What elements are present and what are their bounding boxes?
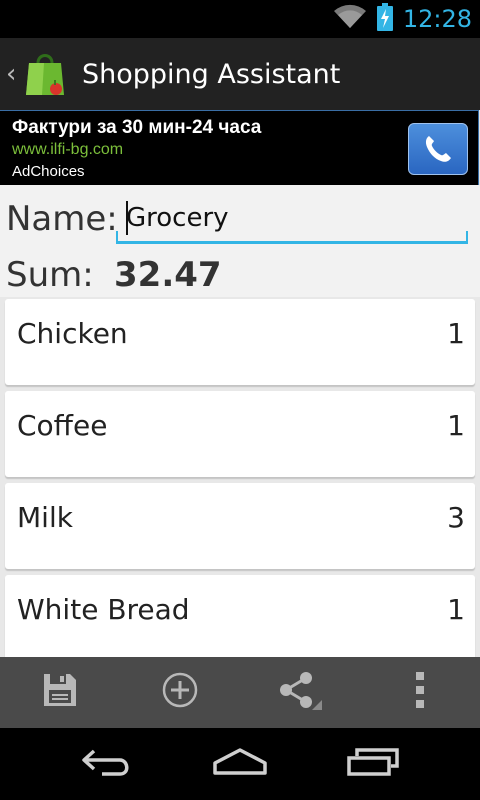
ad-title[interactable]: Фактури за 30 мин-24 часа	[12, 117, 261, 139]
page-title: Shopping Assistant	[82, 58, 341, 90]
item-quantity: 1	[447, 593, 465, 626]
list-item[interactable]: Milk 3	[5, 483, 475, 569]
sum-value: 32.47	[114, 255, 222, 295]
ad-url[interactable]: www.ilfi-bg.com	[12, 141, 123, 159]
phone-icon[interactable]	[408, 123, 468, 175]
list-header-form: Name: Grocery Sum: 32.47	[0, 185, 480, 297]
item-quantity: 1	[447, 317, 465, 350]
overflow-menu-icon	[414, 670, 426, 715]
wifi-icon	[333, 4, 367, 35]
item-name: White Bread	[17, 593, 190, 626]
shopping-item-list[interactable]: Chicken 1 Coffee 1 Milk 3 White Bread 1	[0, 297, 480, 657]
add-item-button[interactable]	[120, 657, 240, 728]
save-icon	[42, 672, 78, 713]
status-bar: 12:28	[0, 0, 480, 38]
item-quantity: 3	[447, 501, 465, 534]
add-icon	[162, 672, 198, 713]
share-icon	[276, 668, 324, 717]
list-item[interactable]: Coffee 1	[5, 391, 475, 477]
status-indicators: 12:28	[333, 2, 472, 36]
shopping-bag-icon[interactable]	[24, 49, 68, 99]
name-input-value[interactable]: Grocery	[126, 203, 229, 233]
bottom-action-bar	[0, 657, 480, 728]
battery-charging-icon	[376, 2, 393, 36]
screen: 12:28 ‹ Shopping Assistant Фактури за 30…	[0, 0, 480, 800]
back-icon	[80, 747, 134, 782]
chevron-left-icon[interactable]: ‹	[6, 59, 20, 89]
sum-label: Sum:	[6, 255, 94, 295]
ad-choices-link[interactable]: AdChoices	[12, 163, 85, 180]
name-label: Name:	[6, 199, 118, 239]
item-name: Chicken	[17, 317, 128, 350]
name-field[interactable]: Grocery	[116, 199, 468, 244]
nav-home-button[interactable]	[200, 728, 280, 800]
item-name: Milk	[17, 501, 73, 534]
list-item[interactable]: White Bread 1	[5, 575, 475, 657]
recent-apps-icon	[347, 747, 400, 782]
list-item[interactable]: Chicken 1	[5, 299, 475, 385]
system-navigation-bar	[0, 728, 480, 800]
clock: 12:28	[402, 5, 472, 33]
nav-recent-apps-button[interactable]	[333, 728, 413, 800]
action-bar: ‹ Shopping Assistant	[0, 38, 480, 110]
nav-back-button[interactable]	[67, 728, 147, 800]
overflow-menu-button[interactable]	[360, 657, 480, 728]
home-icon	[212, 747, 268, 782]
save-button[interactable]	[0, 657, 120, 728]
item-name: Coffee	[17, 409, 108, 442]
ad-banner[interactable]: Фактури за 30 мин-24 часа www.ilfi-bg.co…	[0, 110, 479, 186]
item-quantity: 1	[447, 409, 465, 442]
share-button[interactable]	[240, 657, 360, 728]
